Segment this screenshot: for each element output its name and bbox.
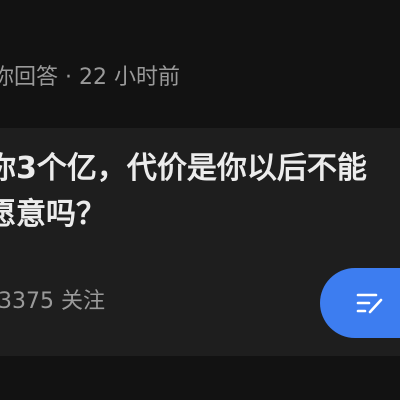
answer-meta: 你回答 · 22 小时前 [0, 65, 180, 90]
follower-count: 3375 关注 [0, 289, 105, 314]
question-title[interactable]: 你3个亿，代价是你以后不能 愿意吗？ [0, 146, 400, 238]
write-answer-button[interactable] [320, 268, 400, 338]
write-answer-icon [356, 293, 383, 314]
question-title-line-2: 愿意吗？ [0, 197, 106, 232]
question-title-line-1: 你3个亿，代价是你以后不能 [0, 151, 367, 186]
screen: 你回答 · 22 小时前 你3个亿，代价是你以后不能 愿意吗？ 3375 关注 [0, 0, 400, 400]
